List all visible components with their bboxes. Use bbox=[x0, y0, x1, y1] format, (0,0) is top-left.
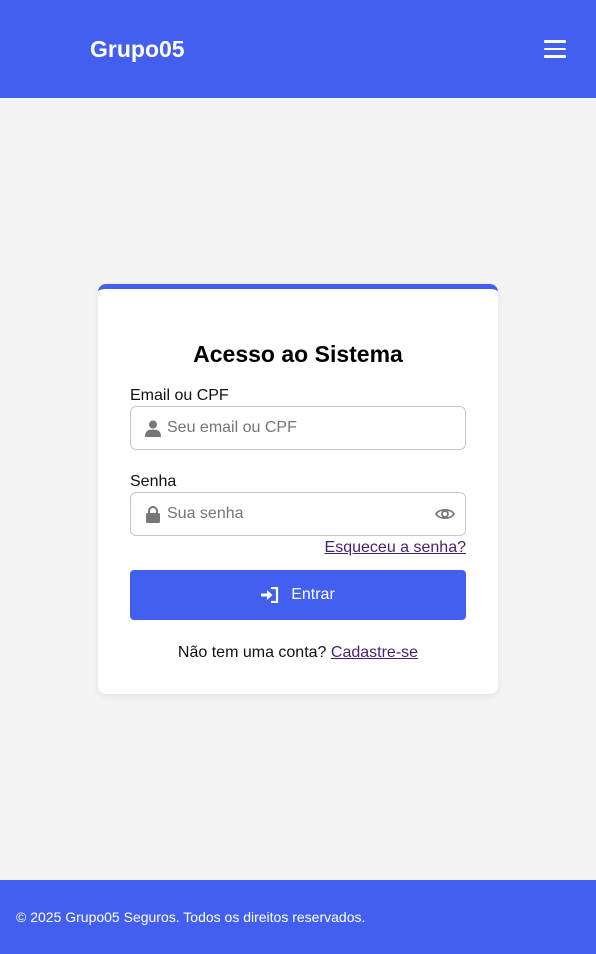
menu-bar-line bbox=[544, 55, 566, 58]
signup-prompt-text: Não tem uma conta? bbox=[177, 644, 327, 661]
signup-prompt: Não tem uma conta? Cadastre-se bbox=[98, 644, 498, 662]
login-title: Acesso ao Sistema bbox=[193, 341, 403, 367]
eye-icon[interactable] bbox=[435, 505, 455, 523]
email-label: Email ou CPF bbox=[130, 387, 229, 404]
user-icon bbox=[145, 420, 161, 437]
forgot-password-link[interactable]: Esqueceu a senha? bbox=[325, 539, 466, 557]
top-navbar: Grupo05 bbox=[0, 0, 596, 98]
menu-bar-line bbox=[544, 40, 566, 43]
email-field bbox=[130, 406, 466, 450]
login-card: Acesso ao Sistema Email ou CPF Senha Esq… bbox=[98, 284, 498, 694]
brand-logo-text[interactable]: Grupo05 bbox=[90, 36, 185, 63]
page-footer: © 2025 Grupo05 Seguros. Todos os direito… bbox=[0, 880, 596, 954]
password-input[interactable] bbox=[167, 493, 417, 535]
menu-bar-line bbox=[544, 47, 566, 50]
password-label: Senha bbox=[130, 473, 177, 490]
submit-label: Entrar bbox=[291, 586, 335, 603]
sign-in-icon bbox=[261, 587, 279, 603]
lock-icon bbox=[146, 506, 160, 523]
hamburger-menu-button[interactable] bbox=[544, 40, 566, 60]
signup-link[interactable]: Cadastre-se bbox=[331, 644, 418, 661]
copyright-text: © 2025 Grupo05 Seguros. Todos os direito… bbox=[16, 909, 366, 925]
email-input[interactable] bbox=[167, 407, 417, 449]
password-field bbox=[130, 492, 466, 536]
login-submit-button[interactable]: Entrar bbox=[130, 570, 466, 620]
